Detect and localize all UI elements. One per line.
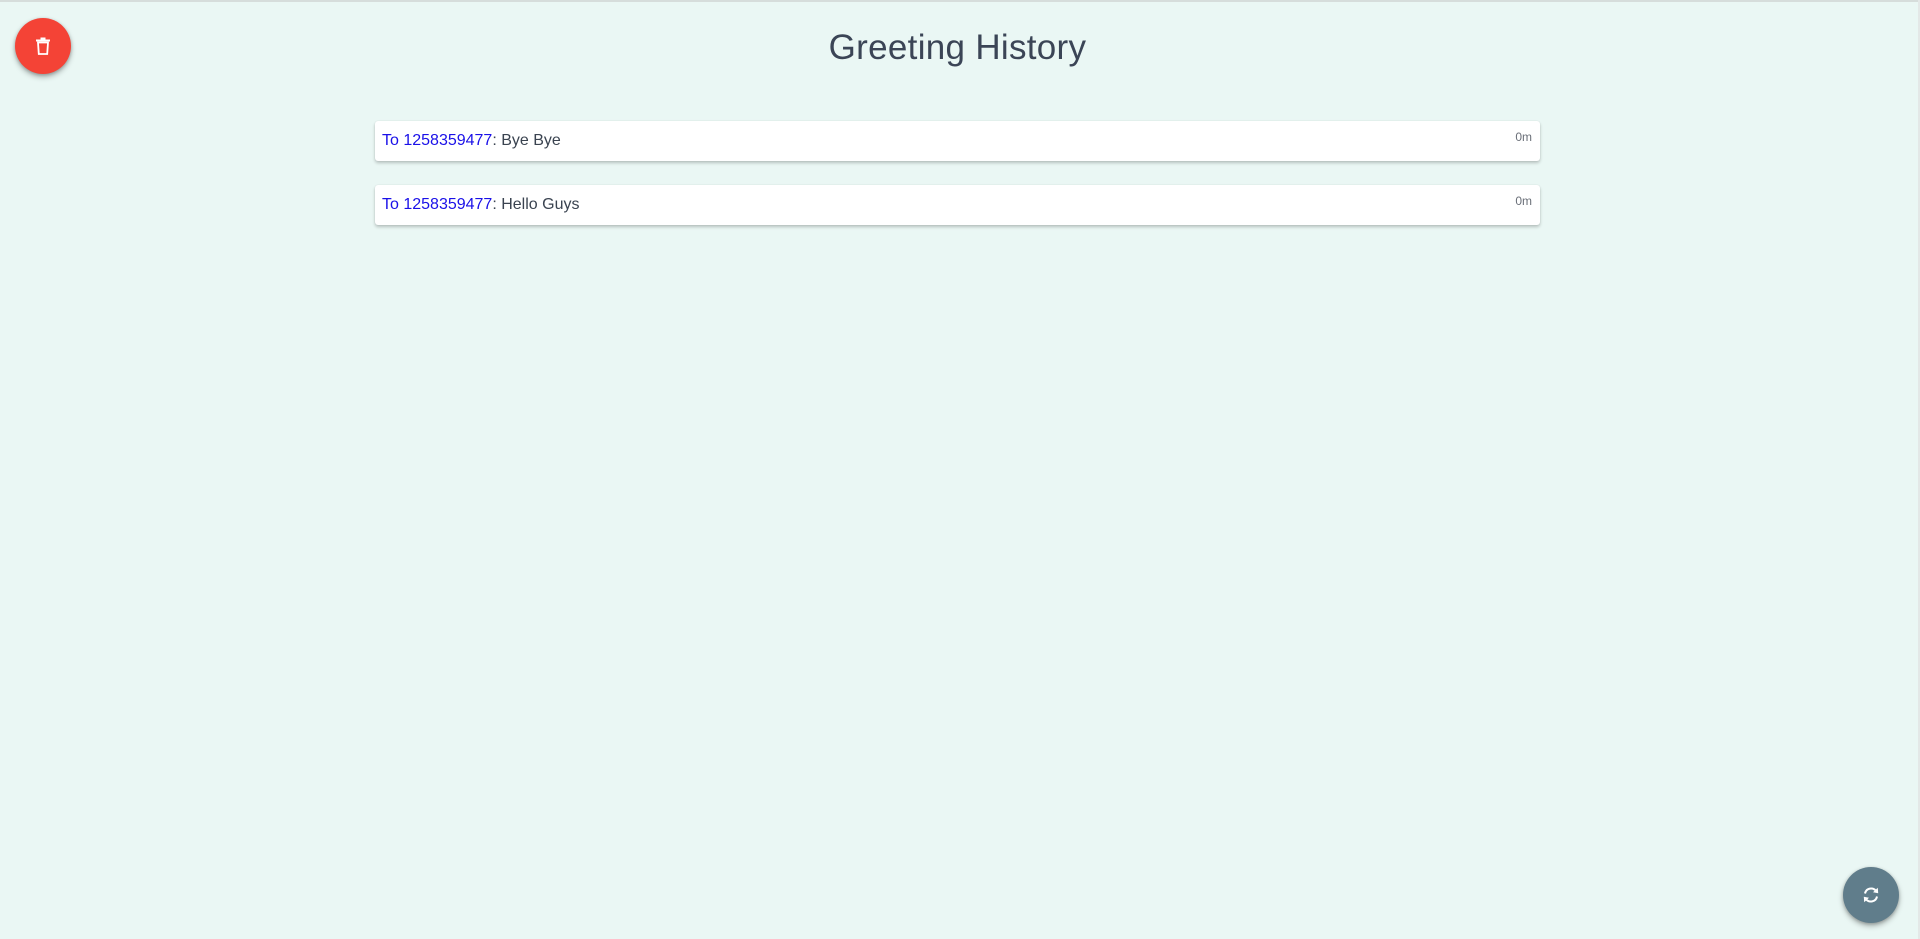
top-divider xyxy=(0,0,1920,2)
history-item-text: To 1258359477: Hello Guys xyxy=(382,195,579,215)
recipient-label[interactable]: To 1258359477 xyxy=(382,196,492,213)
separator: : xyxy=(492,132,502,149)
history-item[interactable]: To 1258359477: Bye Bye 0m xyxy=(375,121,1540,161)
separator: : xyxy=(492,196,502,213)
refresh-icon xyxy=(1861,885,1881,905)
message-text: Hello Guys xyxy=(501,196,580,213)
page-title: Greeting History xyxy=(828,28,1087,67)
timestamp: 0m xyxy=(1515,194,1532,208)
refresh-button[interactable] xyxy=(1843,867,1899,923)
history-item[interactable]: To 1258359477: Hello Guys 0m xyxy=(375,185,1540,225)
history-item-text: To 1258359477: Bye Bye xyxy=(382,131,561,151)
timestamp: 0m xyxy=(1515,130,1532,144)
greeting-history-list: To 1258359477: Bye Bye 0m To 1258359477:… xyxy=(375,121,1540,249)
message-text: Bye Bye xyxy=(501,132,561,149)
recipient-label[interactable]: To 1258359477 xyxy=(382,132,492,149)
